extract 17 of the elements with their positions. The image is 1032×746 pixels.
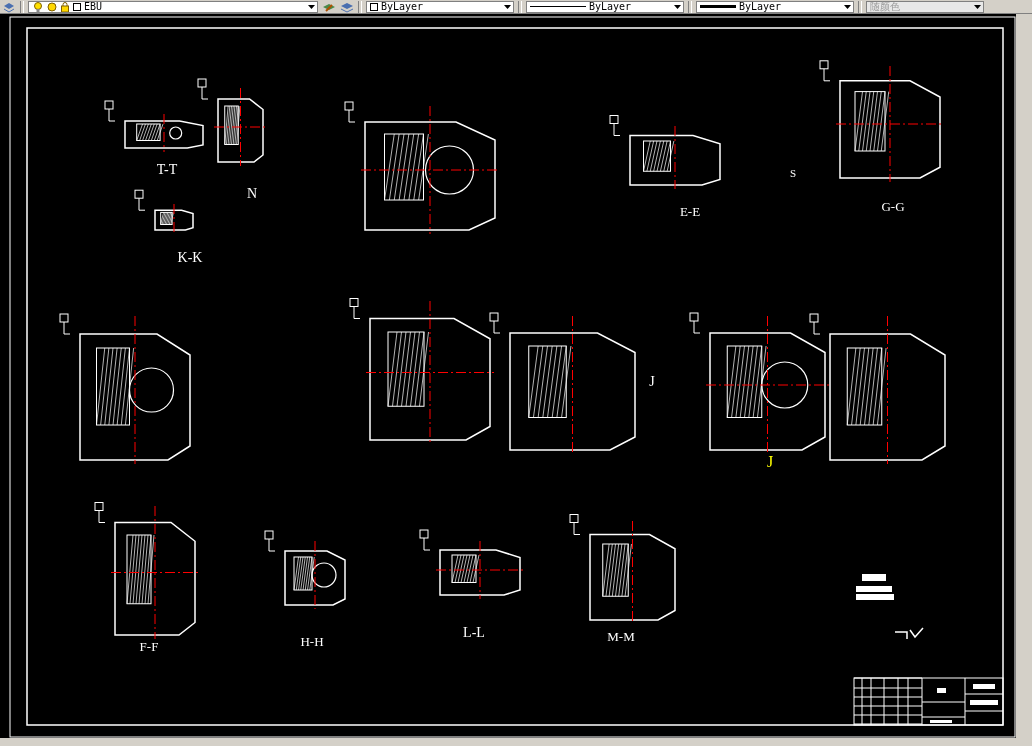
layer-name: EBU bbox=[84, 1, 104, 12]
section-label: M-M bbox=[607, 629, 635, 644]
section-label: K-K bbox=[177, 250, 203, 265]
lineweight-dropdown[interactable]: ByLayer bbox=[696, 0, 854, 13]
section-label: N bbox=[246, 186, 258, 201]
linetype-dropdown[interactable]: ByLayer bbox=[526, 0, 684, 13]
section-label: T-T bbox=[156, 162, 178, 177]
section-label: J bbox=[766, 453, 774, 470]
section-label: H-H bbox=[300, 634, 324, 649]
section-label: G-G bbox=[881, 199, 905, 214]
layer-dropdown[interactable]: EBU bbox=[28, 0, 318, 13]
section-label: S bbox=[789, 167, 797, 179]
section-label: L-L bbox=[463, 625, 485, 640]
section-label: E-E bbox=[679, 204, 701, 219]
color-dropdown[interactable]: ByLayer bbox=[366, 0, 514, 13]
section-label: F-F bbox=[139, 639, 159, 654]
section-label: J bbox=[649, 374, 655, 389]
